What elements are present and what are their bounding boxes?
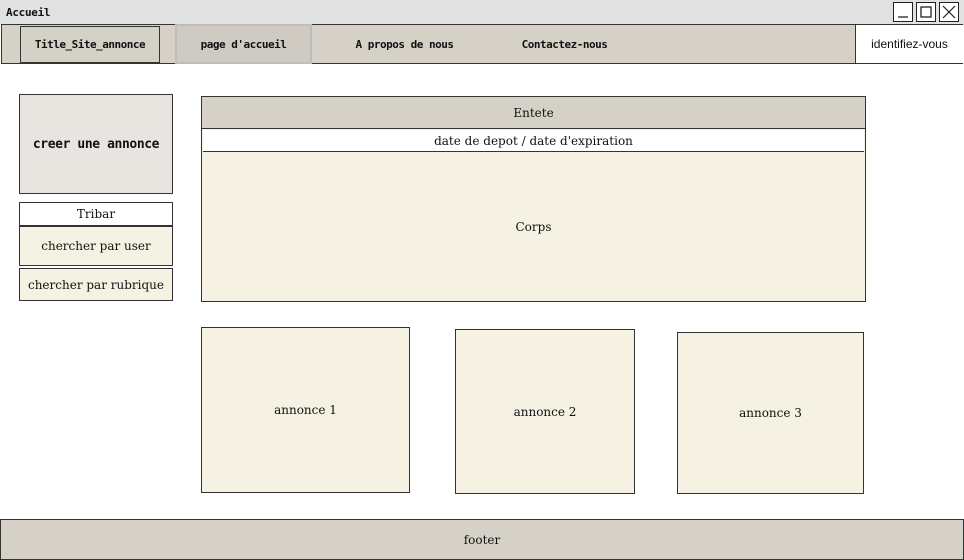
announcement-card[interactable]: annonce 1: [201, 327, 410, 493]
search-by-user-button[interactable]: chercher par user: [19, 226, 173, 266]
window-titlebar: [0, 0, 964, 25]
page-footer: footer: [0, 519, 964, 560]
nav-about-link[interactable]: A propos de nous: [342, 25, 467, 63]
announcement-panel: Entete date de depot / date d'expiration…: [201, 96, 866, 302]
nav-home-tab[interactable]: page d'accueil: [175, 24, 312, 64]
nav-contact-link[interactable]: Contactez-nous: [502, 25, 627, 63]
search-by-rubrique-button[interactable]: chercher par rubrique: [19, 268, 173, 301]
announcement-dates: date de depot / date d'expiration: [203, 130, 864, 152]
window-title: Accueil: [6, 6, 51, 19]
site-title-link[interactable]: Title_Site_annonce: [20, 26, 160, 63]
login-button[interactable]: identifiez-vous: [855, 25, 963, 63]
close-icon: [942, 5, 956, 19]
nav-bar: Title_Site_annonce page d'accueil A prop…: [1, 24, 963, 64]
tribar-label: Tribar: [19, 202, 173, 226]
announcement-body: Corps: [515, 220, 552, 234]
maximize-icon: [920, 6, 932, 18]
create-announcement-button[interactable]: creer une annonce: [19, 94, 173, 194]
minimize-button[interactable]: [893, 2, 913, 22]
announcement-header: Entete: [202, 97, 865, 129]
announcement-card[interactable]: annonce 3: [677, 332, 864, 494]
announcement-card[interactable]: annonce 2: [455, 329, 635, 494]
close-button[interactable]: [939, 2, 959, 22]
maximize-button[interactable]: [916, 2, 936, 22]
minimize-icon: [898, 16, 908, 18]
